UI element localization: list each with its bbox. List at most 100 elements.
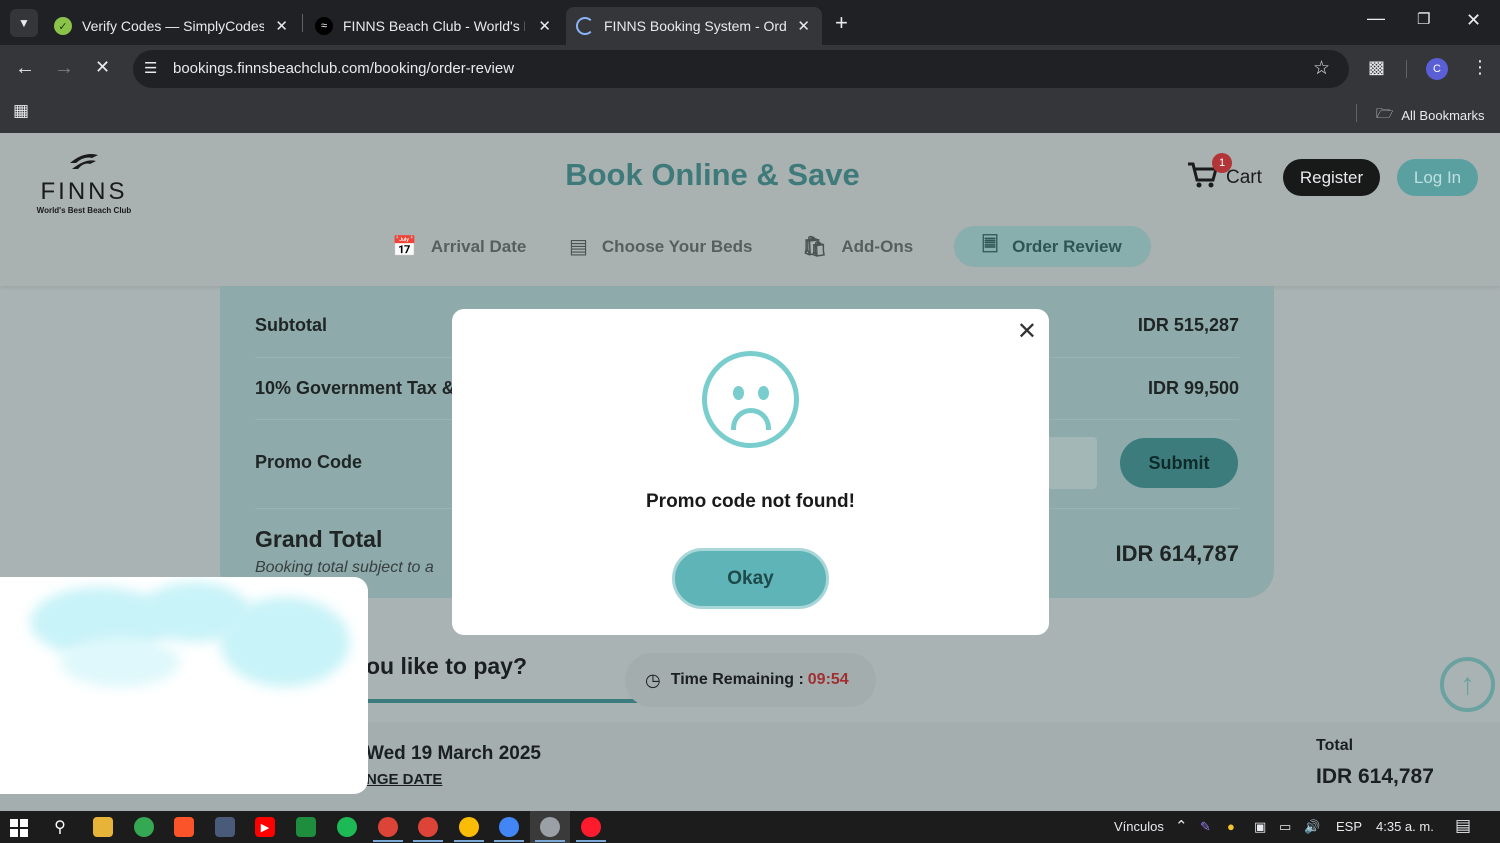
chevron-up-icon[interactable]: ⌃ [1175,817,1188,835]
sheets-icon[interactable] [296,817,316,837]
site-info-icon[interactable]: ☰ [144,59,157,77]
overlay-blob [60,637,180,687]
folder-icon: 🗁 [1376,105,1394,121]
register-button[interactable]: Register [1283,159,1380,196]
spotify-icon[interactable] [337,817,357,837]
bag-icon: 🛍 [802,236,828,258]
network-icon[interactable]: ▭ [1279,819,1291,835]
restore-icon[interactable]: ❐ [1417,10,1430,28]
back-icon[interactable]: ← [15,57,35,80]
language-indicator[interactable]: ESP [1336,819,1362,834]
chrome-profile-icon[interactable] [540,817,560,837]
tab-finns-beach-club[interactable]: ≈ FINNS Beach Club - World's Best ✕ [305,7,563,45]
stop-loading-icon[interactable]: ✕ [95,57,110,78]
clock-time[interactable]: 4:35 a. m. [1376,819,1434,834]
close-icon[interactable]: ✕ [797,17,810,35]
arrival-date-text: Wed 19 March 2025 [366,743,541,764]
meet-now-icon[interactable]: ▣ [1254,819,1266,835]
window-close-icon[interactable]: ✕ [1466,10,1481,31]
close-icon[interactable]: ✕ [538,17,551,35]
total-value: IDR 614,787 [1316,765,1434,788]
pen-icon[interactable]: ✎ [1200,819,1211,835]
bookmarks-divider [1356,104,1357,122]
modal-message: Promo code not found! [646,491,855,512]
tax-label: 10% Government Tax & [255,378,455,398]
chrome-icon[interactable] [134,817,154,837]
menu-kebab-icon[interactable]: ⋮ [1471,57,1489,78]
chrome-profile-icon[interactable] [499,817,519,837]
payment-question: ou like to pay? [366,653,528,679]
grand-total-label: Grand Total [255,526,383,552]
apps-grid-icon[interactable]: ▦ [13,101,29,121]
app-running-indicator [373,840,403,842]
tab-search-icon[interactable]: ▼ [10,9,38,37]
sad-face-icon [702,351,799,448]
step-add-ons[interactable]: 🛍 Add-Ons [802,226,913,267]
step-choose-beds[interactable]: ▤ Choose Your Beds [569,226,752,267]
step-order-review[interactable]: 🗏 Order Review [954,226,1151,267]
tax-value: IDR 99,500 [1147,378,1239,398]
url-text: bookings.finnsbeachclub.com/booking/orde… [173,60,515,77]
loading-icon [576,17,594,35]
cart-button[interactable]: 1 Cart [1186,153,1262,189]
calculator-icon[interactable] [215,817,235,837]
change-date-link[interactable]: NGE DATE [366,771,442,788]
volume-icon[interactable]: 🔊 [1304,819,1320,835]
app-running-indicator [413,840,443,842]
step-arrival-date[interactable]: 📅 Arrival Date [392,226,526,267]
sad-face-eye [733,386,744,400]
search-icon[interactable]: ⚲ [50,817,70,837]
sad-face-mouth [731,408,771,430]
overlay-blob [220,597,350,687]
youtube-icon[interactable]: ▶ [255,817,275,837]
step-label: Choose Your Beds [601,236,753,256]
minimize-icon[interactable]: — [1367,8,1385,29]
links-toolbar-label[interactable]: Vínculos [1114,819,1164,834]
chrome-profile-icon[interactable] [459,817,479,837]
okay-button[interactable]: Okay [672,548,829,609]
time-remaining-pill: ◷ Time Remaining : 09:54 [625,653,876,707]
close-icon[interactable]: ✕ [275,17,288,35]
new-tab-icon[interactable]: + [835,10,848,36]
tray-app-icon[interactable]: ● [1227,819,1235,834]
timer-label: Time Remaining : [670,671,804,688]
windows-taskbar: ⚲ ▶ Vínculos ⌃ ✎ ● ▣ ▭ 🔊 ESP 4:35 a. m. … [0,811,1500,843]
tab-finns-booking[interactable]: FINNS Booking System - Order ✕ [566,7,822,45]
file-explorer-icon[interactable] [93,817,113,837]
step-label: Add-Ons [841,236,914,256]
finns-icon: ≈ [315,17,333,35]
logo-tagline: World's Best Beach Club [36,206,132,215]
opera-icon[interactable] [581,817,601,837]
sad-face-eye [758,386,769,400]
logo-word: FINNS [40,178,128,205]
subtotal-value: IDR 515,287 [1137,315,1239,335]
brave-icon[interactable] [174,817,194,837]
chrome-profile-icon[interactable] [378,817,398,837]
all-bookmarks-label: All Bookmarks [1401,107,1485,123]
notifications-icon[interactable]: ▤ [1455,816,1471,836]
profile-avatar[interactable]: C [1426,58,1448,80]
subtotal-label: Subtotal [255,315,327,335]
simplycodes-icon: ✓ [54,17,72,35]
tab-divider [302,14,303,32]
promo-error-modal: ✕ Promo code not found! Okay [452,309,1049,635]
tab-title: FINNS Booking System - Order [604,18,786,34]
all-bookmarks[interactable]: 🗁 All Bookmarks [1376,103,1484,127]
windows-start-icon[interactable] [10,819,28,837]
scroll-to-top-button[interactable]: ↑ [1440,657,1495,712]
forward-icon[interactable]: → [54,57,74,80]
bookmark-star-icon[interactable]: ☆ [1313,57,1330,80]
tab-simplycodes[interactable]: ✓ Verify Codes — SimplyCodes ✕ [44,7,300,45]
login-button[interactable]: Log In [1397,159,1478,196]
promo-label: Promo Code [255,452,363,472]
chrome-profile-icon[interactable] [418,817,438,837]
close-icon[interactable]: ✕ [1017,317,1037,346]
tab-title: FINNS Beach Club - World's Best [343,18,525,34]
address-bar[interactable]: ☰ bookings.finnsbeachclub.com/booking/or… [133,50,1349,88]
finns-logo[interactable]: FINNS World's Best Beach Club [32,149,136,215]
clock-icon: ◷ [645,669,661,690]
extensions-icon[interactable]: ▩ [1368,57,1385,78]
bookmarks-bar: ▦ 🗁 All Bookmarks [0,93,1500,133]
floating-overlay-widget[interactable] [0,577,368,794]
promo-submit-button[interactable]: Submit [1120,438,1238,488]
